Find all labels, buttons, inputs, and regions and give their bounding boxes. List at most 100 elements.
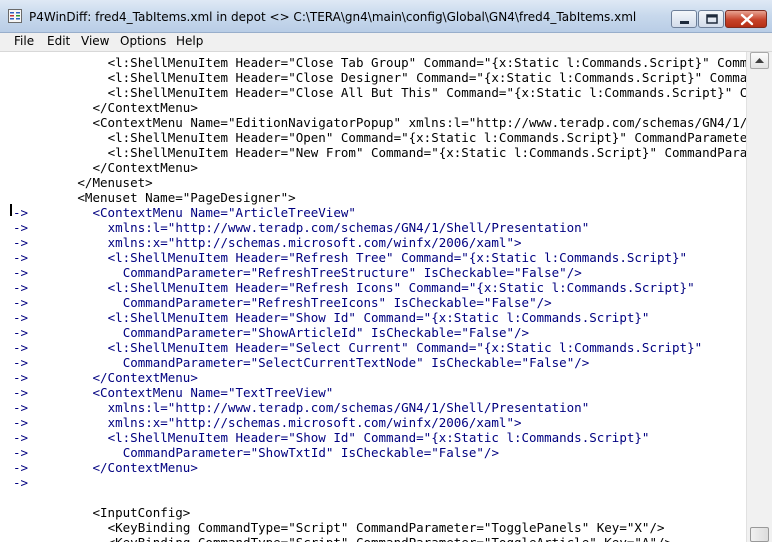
diff-text-view[interactable]: <l:ShellMenuItem Header="Close Tab Group… bbox=[0, 52, 746, 542]
code-text: </ContextMenu> bbox=[92, 100, 198, 115]
arrow-up-icon bbox=[755, 58, 764, 63]
diff-line: </ContextMenu> bbox=[0, 100, 746, 115]
diff-line: -> xmlns:l="http://www.teradp.com/schemas… bbox=[0, 220, 746, 235]
minimize-icon bbox=[680, 21, 689, 24]
diff-line: <l:ShellMenuItem Header="Close All But T… bbox=[0, 85, 746, 100]
diff-line bbox=[0, 490, 746, 505]
code-text: <ContextMenu Name="TextTreeView" bbox=[92, 385, 334, 400]
change-marker: -> bbox=[13, 445, 29, 460]
code-text: CommandParameter="RefreshTreeIcons" IsCh… bbox=[122, 295, 552, 310]
code-text: xmlns:l="http://www.teradp.com/schemas/G… bbox=[107, 220, 590, 235]
diff-line: <KeyBinding CommandType="Script" Command… bbox=[0, 535, 746, 542]
title-bar[interactable]: P4WinDiff: fred4_TabItems.xml in depot <… bbox=[0, 0, 772, 33]
change-marker: -> bbox=[13, 235, 29, 250]
change-marker: -> bbox=[13, 280, 29, 295]
code-text: CommandParameter="ShowTxtId" IsCheckable… bbox=[122, 445, 499, 460]
code-text: xmlns:l="http://www.teradp.com/schemas/G… bbox=[107, 400, 590, 415]
app-icon bbox=[8, 9, 22, 23]
diff-line: -> </ContextMenu> bbox=[0, 370, 746, 385]
menu-help[interactable]: Help bbox=[174, 34, 205, 48]
diff-line: -> </ContextMenu> bbox=[0, 460, 746, 475]
change-marker: -> bbox=[13, 460, 29, 475]
code-text: <Menuset Name="PageDesigner"> bbox=[77, 190, 296, 205]
menu-options[interactable]: Options bbox=[118, 34, 168, 48]
code-text: <l:ShellMenuItem Header="Close Designer"… bbox=[107, 70, 746, 85]
menu-file[interactable]: File bbox=[12, 34, 36, 48]
diff-line: -> <l:ShellMenuItem Header="Refresh Icons… bbox=[0, 280, 746, 295]
diff-line: <l:ShellMenuItem Header="Open" Command="… bbox=[0, 130, 746, 145]
scroll-thumb[interactable] bbox=[750, 527, 769, 542]
code-text: <l:ShellMenuItem Header="Show Id" Comman… bbox=[107, 430, 650, 445]
window-title: P4WinDiff: fred4_TabItems.xml in depot <… bbox=[29, 10, 637, 24]
code-text: <l:ShellMenuItem Header="Close All But T… bbox=[107, 85, 746, 100]
code-text: CommandParameter="ShowArticleId" IsCheck… bbox=[122, 325, 530, 340]
code-text: <l:ShellMenuItem Header="Close Tab Group… bbox=[107, 55, 746, 70]
code-text: <ContextMenu Name="EditionNavigatorPopup… bbox=[92, 115, 747, 130]
change-marker: -> bbox=[13, 355, 29, 370]
diff-line: -> <l:ShellMenuItem Header="Refresh Tree"… bbox=[0, 250, 746, 265]
code-text: <KeyBinding CommandType="Script" Command… bbox=[107, 520, 665, 535]
close-button[interactable] bbox=[725, 10, 767, 28]
diff-line: <KeyBinding CommandType="Script" Command… bbox=[0, 520, 746, 535]
change-marker: -> bbox=[13, 205, 29, 220]
diff-line: -> <l:ShellMenuItem Header="Show Id" Comm… bbox=[0, 310, 746, 325]
change-marker: -> bbox=[13, 430, 29, 445]
diff-line: -> <l:ShellMenuItem Header="Show Id" Comm… bbox=[0, 430, 746, 445]
diff-line: <Menuset Name="PageDesigner"> bbox=[0, 190, 746, 205]
diff-line: -> CommandParameter="ShowTxtId" IsCheckab… bbox=[0, 445, 746, 460]
change-marker: -> bbox=[13, 250, 29, 265]
change-marker: -> bbox=[13, 265, 29, 280]
diff-line: -> <l:ShellMenuItem Header="Select Curren… bbox=[0, 340, 746, 355]
diff-line: </Menuset> bbox=[0, 175, 746, 190]
change-marker: -> bbox=[13, 415, 29, 430]
minimize-button[interactable] bbox=[671, 10, 697, 28]
maximize-button[interactable] bbox=[698, 10, 724, 28]
diff-line: <ContextMenu Name="EditionNavigatorPopup… bbox=[0, 115, 747, 130]
menu-view[interactable]: View bbox=[79, 34, 111, 48]
code-text: <l:ShellMenuItem Header="Refresh Tree" C… bbox=[107, 250, 688, 265]
code-text: xmlns:x="http://schemas.microsoft.com/wi… bbox=[107, 235, 522, 250]
change-marker: -> bbox=[13, 295, 29, 310]
code-text: </ContextMenu> bbox=[92, 160, 198, 175]
code-text: <ContextMenu Name="ArticleTreeView" bbox=[92, 205, 356, 220]
diff-line: -> CommandParameter="SelectCurrentTextNod… bbox=[0, 355, 746, 370]
close-icon bbox=[740, 13, 754, 26]
scroll-up-button[interactable] bbox=[750, 52, 769, 69]
code-text: <KeyBinding CommandType="Script" Command… bbox=[108, 535, 672, 542]
diff-line: <l:ShellMenuItem Header="Close Tab Group… bbox=[0, 55, 746, 70]
code-text: </ContextMenu> bbox=[92, 460, 198, 475]
change-marker: -> bbox=[13, 325, 29, 340]
code-text: <l:ShellMenuItem Header="Show Id" Comman… bbox=[107, 310, 650, 325]
code-text: </ContextMenu> bbox=[92, 370, 198, 385]
diff-line: -> xmlns:x="http://schemas.microsoft.com/… bbox=[0, 415, 746, 430]
change-marker: -> bbox=[13, 310, 29, 325]
code-text: </Menuset> bbox=[77, 175, 153, 190]
vertical-scrollbar[interactable] bbox=[746, 52, 772, 542]
maximize-icon bbox=[706, 14, 718, 24]
p4windiff-window: P4WinDiff: fred4_TabItems.xml in depot <… bbox=[0, 0, 772, 542]
diff-line: -> CommandParameter="RefreshTreeStructure… bbox=[0, 265, 746, 280]
diff-line: -> CommandParameter="ShowArticleId" IsChe… bbox=[0, 325, 746, 340]
diff-line: <InputConfig> bbox=[0, 505, 746, 520]
code-text: <InputConfig> bbox=[92, 505, 191, 520]
diff-line: -> xmlns:x="http://schemas.microsoft.com/… bbox=[0, 235, 746, 250]
change-marker: -> bbox=[13, 475, 29, 490]
diff-line: <l:ShellMenuItem Header="New From" Comma… bbox=[0, 145, 746, 160]
code-text: <l:ShellMenuItem Header="Select Current"… bbox=[107, 340, 703, 355]
menu-bar: File Edit View Options Help bbox=[0, 33, 772, 52]
change-marker: -> bbox=[13, 340, 29, 355]
code-text: xmlns:x="http://schemas.microsoft.com/wi… bbox=[107, 415, 522, 430]
code-text: <l:ShellMenuItem Header="Refresh Icons" … bbox=[107, 280, 695, 295]
menu-edit[interactable]: Edit bbox=[45, 34, 72, 48]
change-marker: -> bbox=[13, 370, 29, 385]
code-text: CommandParameter="RefreshTreeStructure" … bbox=[122, 265, 582, 280]
code-text: <l:ShellMenuItem Header="New From" Comma… bbox=[107, 145, 746, 160]
code-text: CommandParameter="SelectCurrentTextNode"… bbox=[122, 355, 590, 370]
diff-line: <l:ShellMenuItem Header="Close Designer"… bbox=[0, 70, 746, 85]
diff-line: -> xmlns:l="http://www.teradp.com/schemas… bbox=[0, 400, 746, 415]
diff-line: -> <ContextMenu Name="ArticleTreeView" bbox=[0, 205, 746, 220]
diff-line: -> bbox=[0, 475, 746, 490]
code-text: <l:ShellMenuItem Header="Open" Command="… bbox=[107, 130, 746, 145]
change-marker: -> bbox=[13, 385, 29, 400]
change-marker: -> bbox=[13, 220, 29, 235]
